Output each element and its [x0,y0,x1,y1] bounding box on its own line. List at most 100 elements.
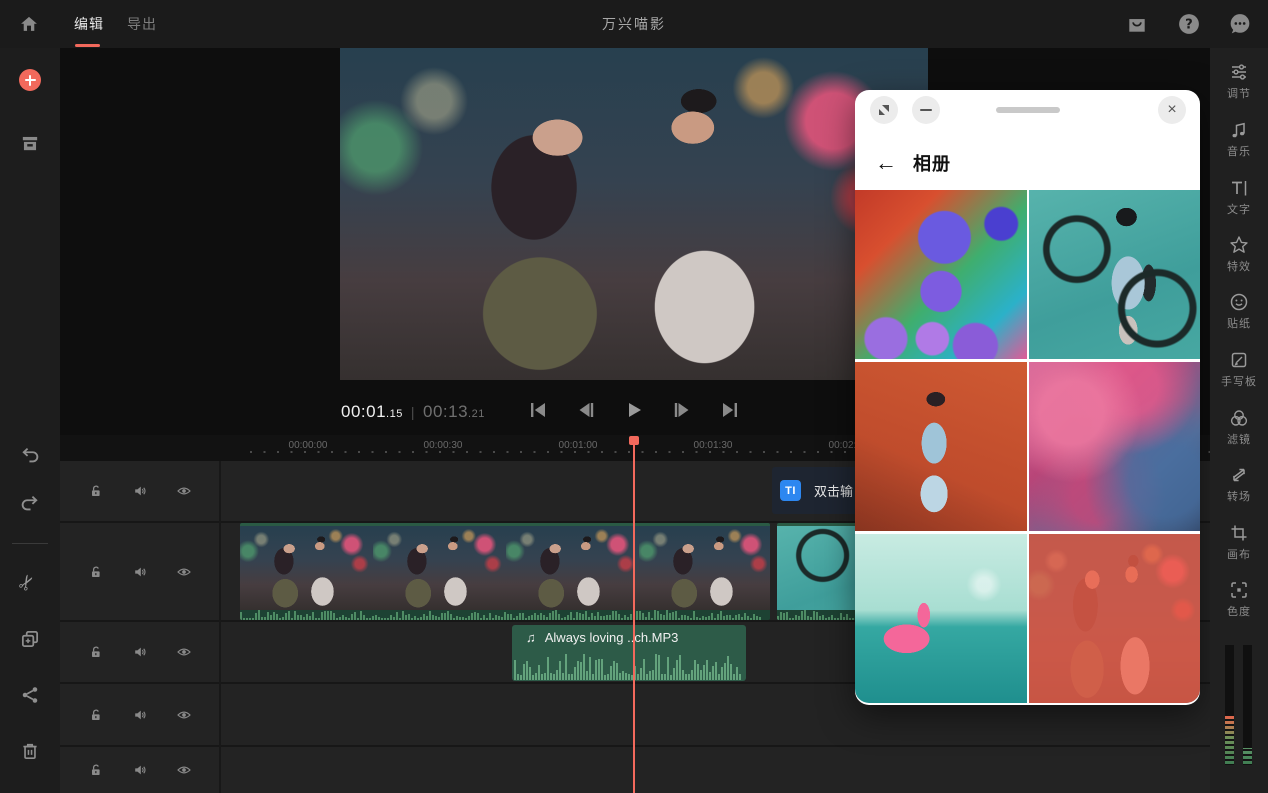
clip-thumbnail [373,526,506,610]
mute-toggle-icon[interactable] [132,564,148,580]
sidebar-item-handwriting[interactable]: 手写板 [1210,350,1268,389]
media-library-button[interactable] [19,132,41,154]
track-header [60,622,219,682]
import-media-button[interactable] [19,69,41,91]
right-sidebar: 调节 音乐 文字 特效 [1210,48,1268,793]
album-panel: × ← 相册 [855,90,1200,705]
sidebar-item-effects[interactable]: 特效 [1210,235,1268,274]
panel-close-button[interactable]: × [1158,96,1186,124]
chroma-icon [1229,580,1249,600]
undo-button[interactable] [19,444,41,466]
visibility-toggle-icon[interactable] [176,762,192,778]
redo-button[interactable] [19,492,41,514]
app-title: 万兴喵影 [602,0,666,48]
track-header [60,523,219,620]
duration-time: 00:13 [423,402,468,421]
store-button[interactable] [1126,13,1148,35]
photo-grid [855,190,1200,703]
lock-open-icon[interactable] [88,564,104,580]
lock-open-icon[interactable] [88,762,104,778]
home-icon [18,13,40,35]
track-empty-2 [60,747,1210,793]
top-bar: 编辑 导出 万兴喵影 ? [0,0,1268,48]
delete-button[interactable] [19,740,41,762]
feedback-button[interactable] [1229,13,1251,35]
smiley-sticker-icon [1229,292,1249,312]
playhead[interactable] [633,444,635,793]
text-icon [1229,178,1249,198]
skip-start-icon [528,400,548,420]
media-library-icon [19,132,41,154]
skip-to-start-button[interactable] [528,400,548,420]
help-button[interactable]: ? [1178,13,1200,35]
photo-woman-orange-wall[interactable] [855,362,1027,531]
mute-toggle-icon[interactable] [132,483,148,499]
skip-to-end-button[interactable] [720,400,740,420]
lock-open-icon[interactable] [88,644,104,660]
share-button[interactable] [19,684,41,706]
panel-minimize-button[interactable] [912,96,940,124]
back-button[interactable]: ← [875,152,897,174]
play-icon [624,400,644,420]
panel-detach-button[interactable] [870,96,898,124]
close-icon: × [1167,102,1176,118]
sidebar-item-canvas[interactable]: 画布 [1210,523,1268,562]
mute-toggle-icon[interactable] [132,707,148,723]
panel-title: 相册 [913,150,951,176]
photo-couple-selected[interactable] [1029,534,1201,703]
visibility-toggle-icon[interactable] [176,707,192,723]
panel-title-row: ← 相册 [875,150,951,176]
sidebar-item-stickers[interactable]: 贴纸 [1210,292,1268,331]
transport-controls [528,400,740,420]
visibility-toggle-icon[interactable] [176,483,192,499]
tab-edit[interactable]: 编辑 [74,0,104,48]
home-button[interactable] [18,13,40,35]
ruler-label: 00:00:00 [289,440,328,451]
photo-flamingo-float[interactable] [855,534,1027,703]
photo-pink-blue-ink[interactable] [1029,362,1201,531]
sidebar-item-filters[interactable]: 滤镜 [1210,408,1268,447]
ruler-label: 00:01:30 [694,440,733,451]
copy-button[interactable] [19,628,41,650]
panel-drag-handle[interactable] [996,107,1060,113]
sidebar-item-chroma[interactable]: 色度 [1210,580,1268,619]
current-frames: .15 [386,408,403,420]
track-header [60,747,219,793]
meter-level [1225,716,1234,764]
sidebar-item-music[interactable]: 音乐 [1210,120,1268,159]
sidebar-item-adjust[interactable]: 调节 [1210,62,1268,101]
play-button[interactable] [624,400,644,420]
photo-rainbow-bubbles[interactable] [855,190,1027,359]
next-frame-button[interactable] [672,400,692,420]
lock-open-icon[interactable] [88,707,104,723]
tab-export[interactable]: 导出 [127,0,157,48]
sidebar-item-text[interactable]: 文字 [1210,178,1268,217]
filters-icon [1229,408,1249,428]
video-clip-couple[interactable] [240,523,770,620]
lock-open-icon[interactable] [88,483,104,499]
sliders-icon [1229,62,1249,82]
cut-button[interactable]: ✂ [19,572,41,594]
undo-icon [19,444,41,466]
star-icon [1229,235,1249,255]
audio-clip[interactable]: ♫ Always loving ..ch.MP3 [512,625,746,681]
sidebar-item-transitions[interactable]: 转场 [1210,465,1268,504]
text-clip-label: 双击输 [814,481,853,500]
mute-toggle-icon[interactable] [132,644,148,660]
copy-icon [19,628,41,650]
visibility-toggle-icon[interactable] [176,644,192,660]
redo-icon [19,492,41,514]
clip-audio-waveform [240,610,770,620]
video-preview[interactable] [340,48,928,380]
share-icon [19,684,41,706]
help-icon: ? [1178,13,1200,35]
visibility-toggle-icon[interactable] [176,564,192,580]
handwriting-icon [1229,350,1249,370]
prev-frame-icon [576,400,596,420]
clip-thumbnail [240,526,373,610]
mute-toggle-icon[interactable] [132,762,148,778]
duration-frames: .21 [468,408,485,420]
photo-man-graffiti[interactable] [1029,190,1201,359]
trash-icon [19,740,41,762]
previous-frame-button[interactable] [576,400,596,420]
